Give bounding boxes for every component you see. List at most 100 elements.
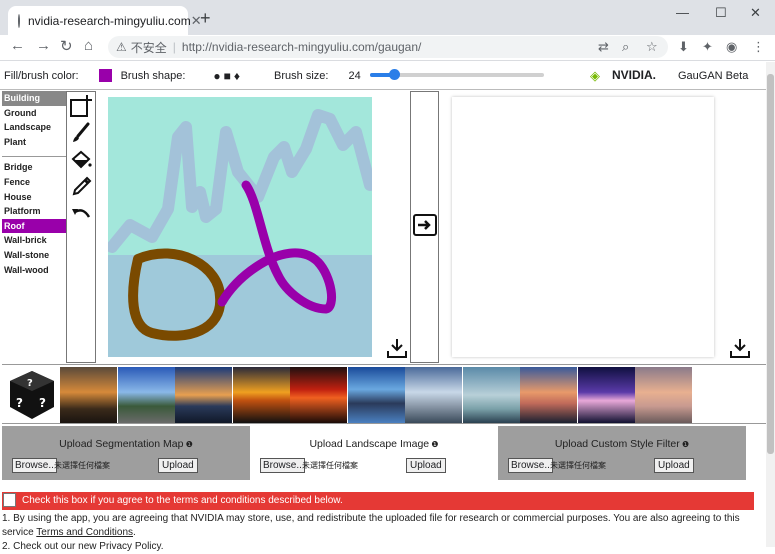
style-thumbnail[interactable] [60,367,117,423]
download-icon[interactable]: ⬇ [678,39,689,55]
no-file-label: 未選擇任何檔案 [550,461,606,470]
profile-icon[interactable]: ◉ [726,39,737,55]
upload-panel: Upload Custom Style Filter ❶ Browse.. 未選擇任… [498,426,746,480]
undo-icon[interactable] [67,200,95,227]
label-item-wall-stone[interactable]: Wall-stone [2,248,66,263]
style-thumbnail[interactable] [520,367,577,423]
extensions-icon[interactable]: ✦ [702,39,713,55]
nvidia-eye-icon: ◈ [590,68,600,83]
reload-icon[interactable]: ↻ [60,37,73,55]
style-thumbnail[interactable] [347,367,405,423]
no-file-label: 未選擇任何檔案 [54,461,110,470]
url-text: http://nvidia-research-mingyuliu.com/gau… [181,40,422,54]
fill-color-swatch[interactable] [98,69,112,82]
forward-icon[interactable]: → [36,37,51,54]
style-thumbnail[interactable] [405,367,462,423]
gaugan-app: Fill/brush color: Brush shape: ● ■ ♦ Bru… [0,62,766,552]
eyedropper-icon[interactable] [67,173,95,200]
brush-icon[interactable] [67,119,95,146]
render-arrow-button[interactable] [413,214,437,236]
browse-button[interactable]: Browse.. [260,458,305,473]
info-icon[interactable]: ❶ [429,440,438,449]
style-thumbnail[interactable] [175,367,232,423]
browser-tab[interactable]: nvidia-research-mingyuliu.com ✕ [8,6,202,35]
back-icon[interactable]: ← [10,37,25,54]
style-thumbnail[interactable] [290,367,347,423]
nvidia-logo: NVIDIA. [612,68,657,82]
no-file-label: 未選擇任何檔案 [302,461,358,470]
fill-bucket-icon[interactable] [67,146,95,173]
style-thumbnail[interactable] [232,367,290,423]
browser-toolbar: ← → ↻ ⌂ ⚠ 不安全 | http://nvidia-research-m… [0,35,775,61]
output-image-panel [452,97,714,357]
zoom-icon[interactable]: ⌕ [622,39,629,55]
upload-title: Upload Segmentation Map ❶ [59,438,193,450]
label-item-fence[interactable]: Fence [2,175,66,190]
add-layer-icon[interactable] [67,92,95,119]
label-item-house[interactable]: House [2,190,66,205]
terms-section: Check this box if you agree to the terms… [0,490,766,552]
download-canvas-icon[interactable] [386,337,408,364]
translate-icon[interactable]: ⇄ [598,39,609,55]
tab-bar: nvidia-research-mingyuliu.com ✕ + — ☐ ✕ [0,0,775,35]
terms-text: 1. By using the app, you are agreeing th… [2,512,754,554]
svg-text:?: ? [39,396,46,410]
brush-square-icon[interactable]: ■ [224,69,231,83]
upload-button[interactable]: Upload [158,458,198,473]
upload-title: Upload Landscape Image ❶ [309,438,439,450]
bookmark-star-icon[interactable]: ☆ [646,39,658,55]
maximize-icon[interactable]: ☐ [715,5,727,21]
upload-panel: Upload Landscape Image ❶ Browse.. 未選擇任何檔案 U… [250,426,498,480]
info-icon[interactable]: ❶ [183,440,193,449]
brush-diamond-icon[interactable]: ♦ [234,69,240,83]
terms-checkbox[interactable] [3,493,16,507]
label-item-wall-wood[interactable]: Wall-wood [2,263,66,278]
menu-icon[interactable]: ⋮ [752,39,765,55]
home-icon[interactable]: ⌂ [84,37,93,54]
brush-circle-icon[interactable]: ● [213,69,220,83]
window-close-icon[interactable]: ✕ [750,5,761,21]
minimize-icon[interactable]: — [676,5,689,20]
download-output-icon[interactable] [729,337,751,364]
info-icon[interactable]: ❶ [680,440,689,449]
brush-shape-label: Brush shape: [120,69,186,82]
svg-text:?: ? [16,396,23,410]
label-item-wall-brick[interactable]: Wall-brick [2,233,66,248]
label-item-building[interactable]: Building [2,91,66,106]
warning-icon: ⚠ [116,40,127,54]
fill-color-label: Fill/brush color: [4,69,79,82]
style-thumbnail[interactable] [635,367,692,423]
style-thumbnail[interactable] [462,367,520,423]
upload-button[interactable]: Upload [654,458,694,473]
upload-title: Upload Custom Style Filter ❶ [554,438,690,450]
label-item-plant[interactable]: Plant [2,135,66,150]
render-column [410,91,439,363]
browse-button[interactable]: Browse.. [12,458,57,473]
label-divider [2,149,66,158]
label-item-bridge[interactable]: Bridge [2,160,66,175]
terms-link[interactable]: Terms and Conditions [36,527,133,538]
random-style-dice-icon[interactable]: ? ? ? [6,369,58,421]
address-bar[interactable]: ⚠ 不安全 | http://nvidia-research-mingyuliu… [108,36,668,58]
page-scrollbar[interactable] [766,62,775,547]
label-item-landscape[interactable]: Landscape [2,120,66,135]
svg-text:?: ? [27,378,33,389]
new-tab-button[interactable]: + [200,8,211,29]
brush-size-value: 24 [348,69,361,82]
scrollbar-thumb[interactable] [767,74,774,454]
tool-column [66,91,96,363]
upload-section: Upload Segmentation Map ❶ Browse.. 未選擇任何檔案… [2,426,766,480]
brush-size-slider[interactable] [370,69,544,80]
label-item-roof[interactable]: Roof [2,218,66,234]
drawing-canvas[interactable] [108,97,372,357]
upload-button[interactable]: Upload [406,458,446,473]
label-item-platform[interactable]: Platform [2,204,66,219]
terms-line-1-end: . [133,527,136,538]
style-filter-bar: ? ? ? [2,364,766,424]
url-separator: | [172,40,176,54]
brush-size-label: Brush size: [274,69,329,82]
label-item-ground[interactable]: Ground [2,106,66,121]
style-thumbnail[interactable] [577,367,635,423]
style-thumbnail[interactable] [117,367,175,423]
browse-button[interactable]: Browse.. [508,458,553,473]
